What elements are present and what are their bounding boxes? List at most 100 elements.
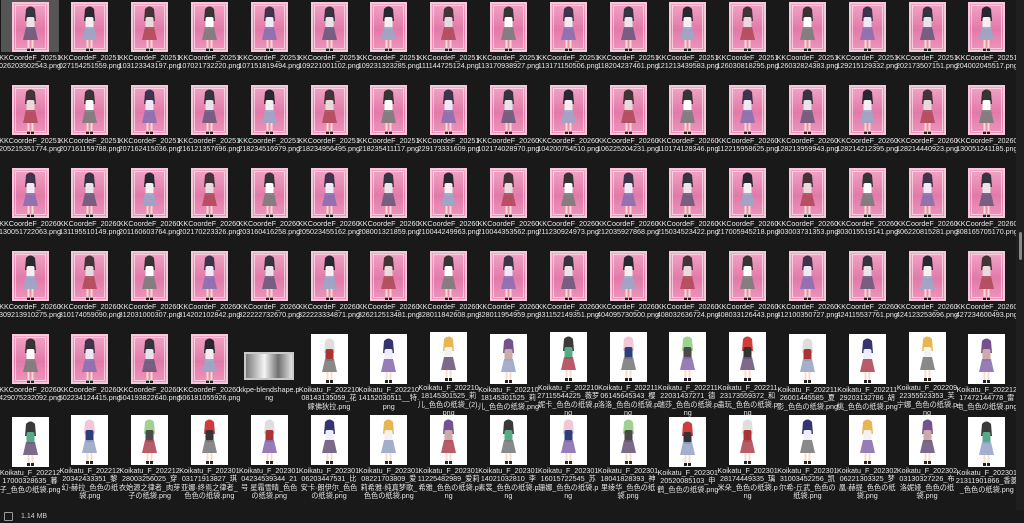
file-item[interactable]: Koikatu_F_20221217000328635_暮子_色色の纸袋.png <box>0 415 61 498</box>
file-item[interactable]: KKCoordeF_20260308165705170.png <box>956 166 1018 249</box>
file-item[interactable]: KKCoordeF_20260306220815281.png <box>896 166 958 249</box>
file-item[interactable]: KKCoordeF_20251218234516979.png <box>238 83 300 166</box>
file-item[interactable]: KKCoordeF_20251109231323285.png <box>358 0 420 83</box>
file-item[interactable]: KKCoordeF_20260208001321859.png <box>358 166 420 249</box>
file-item[interactable]: KKCoordeF_20260424123253696.png <box>896 249 958 332</box>
file-item[interactable]: KKCoordeF_20251113170938927.png <box>478 0 539 83</box>
file-item[interactable]: KKCoordeF_20260205023455162.png <box>298 166 360 249</box>
file-item[interactable]: KKCoordeF_20260322223334871.png <box>298 249 360 332</box>
file-item[interactable]: KKCoordeF_20260310174059090.png <box>59 249 121 332</box>
file-item[interactable]: KKCoordeF_20260201160603764.png <box>119 166 180 249</box>
file-item[interactable]: KKCoordeF_20260328011842608.png <box>418 249 479 332</box>
file-item[interactable]: KKCoordeF_20260427234600493.png <box>956 249 1018 332</box>
file-item[interactable]: KKCoordeF_20260312031000307.png <box>119 249 181 332</box>
file-item[interactable]: KKCoordeF_20251126030818295.png <box>717 0 779 83</box>
file-item[interactable]: KKCoordeF_20251202173507151.png <box>896 0 958 83</box>
file-item[interactable]: Koikatu_F_20221106145645343_樱洛洛_色色の纸袋.pn… <box>598 332 658 417</box>
file-item[interactable]: Koikatu_F_20230121311901866_香菱_色色の纸袋.png <box>956 415 1018 498</box>
file-item[interactable]: kkpe-blendshape.png <box>239 332 300 415</box>
file-item[interactable]: Koikatu_F_20230131003452256_凯尔希-丘武_色色の纸袋… <box>777 415 838 500</box>
file-item[interactable]: KKCoordeF_20251111144725124.png <box>418 0 479 83</box>
file-item[interactable]: KKCoordeF_20260212035927868.png <box>597 166 659 249</box>
file-item[interactable]: Koikatu_F_20221018145301525_莉儿_色色の纸袋_(2)… <box>418 332 480 417</box>
file-item[interactable]: Koikatu_F_20221126001445585_夏影_色色の纸袋.png <box>777 332 838 415</box>
file-item[interactable]: KKCoordeF_20260210044353562.png <box>477 166 539 249</box>
file-item[interactable]: KKCoordeF_20260215034523422.png <box>657 166 719 249</box>
file-item[interactable]: KKCoordeF_20251107151819494.png <box>238 0 300 83</box>
file-item[interactable]: KKCoordeF_20260408032636724.png <box>657 249 719 332</box>
file-item[interactable]: Koikatu_F_20221217472144778_雷电_色色の纸袋.png <box>956 332 1017 415</box>
file-item[interactable]: KKCoordeF_20260217005945218.png <box>717 166 779 249</box>
file-item[interactable]: KKCoordeF_20260429075232092.png <box>0 332 61 415</box>
file-item[interactable]: KKCoordeF_20260210044249963.png <box>418 166 480 249</box>
file-item[interactable]: Koikatu_F_20230116015722545_苏珊娜_色色の纸袋.pn… <box>538 415 598 500</box>
file-item[interactable]: KKCoordeF_20251103123343197.png <box>119 0 181 83</box>
file-item[interactable]: Koikatu_F_20221123173559372_和蛊玩_色色の纸袋.pn… <box>717 332 778 417</box>
file-item[interactable]: KKCoordeF_20260314202102842.png <box>178 249 240 332</box>
file-item[interactable]: KKCoordeF_20260130051722063.png <box>0 166 61 249</box>
file-item[interactable]: Koikatu_F_20230104234539344_21号 星霜雪晴_色色の… <box>239 415 299 500</box>
file-item[interactable]: KKCoordeF_20251107021732220.png <box>178 0 240 83</box>
vertical-scrollbar[interactable] <box>1016 0 1024 510</box>
file-item[interactable]: KKCoordeF_20251216121357696.png <box>178 83 240 166</box>
file-item[interactable]: KKCoordeF_20260128213959943.png <box>776 83 838 166</box>
file-item[interactable]: KKCoordeF_20260128214212395.png <box>836 83 898 166</box>
file-item[interactable]: Koikatu_F_20230118041828393_神里绫华_色色の纸袋.p… <box>598 415 658 500</box>
file-item[interactable]: KKCoordeF_20251205215351774.png <box>0 83 61 166</box>
file-item[interactable]: KKCoordeF_20260404095730500.png <box>597 249 659 332</box>
file-item[interactable]: KKCoordeF_20251204002045517.png <box>956 0 1018 83</box>
file-item[interactable]: Koikatu_F_20220922355523353_芙宁娜_色色の纸袋.pn… <box>897 332 957 417</box>
file-item[interactable]: Koikatu_F_20230106203447531_比安卡·朗伊尔_色色の纸… <box>299 415 359 500</box>
file-item[interactable]: KKCoordeF_20260309213910275.png <box>0 249 61 332</box>
file-item[interactable]: Koikatu_F_20230203130327226_布洛妮娅_色色の纸袋.p… <box>897 415 957 500</box>
file-item[interactable]: KKCoordeF_20260104200754510.png <box>537 83 599 166</box>
file-item[interactable]: KKCoordeF_20251207161159788.png <box>59 83 121 166</box>
file-item[interactable]: KKCoordeF_20251027154251559.png <box>59 0 121 83</box>
file-item[interactable]: KKCoordeF_20260408033126443.png <box>717 249 779 332</box>
file-item[interactable]: Koikatu_F_20221008143135059_花嫁佛狄拉.png <box>299 332 359 415</box>
file-item[interactable]: Koikatu_F_20221014152030511__特.png <box>358 332 419 415</box>
file-item[interactable]: KKCoordeF_20260211230924973.png <box>537 166 599 249</box>
file-item[interactable]: KKCoordeF_20260502234124415.png <box>59 332 121 415</box>
file-item[interactable]: KKCoordeF_20260110174128346.png <box>657 83 719 166</box>
file-item[interactable]: Koikatu_F_20221228003256025_穿衣始源之律者_肉芽子の… <box>119 415 180 500</box>
file-item[interactable]: KKCoordeF_20260203160416258.png <box>238 166 300 249</box>
file-item[interactable]: KKCoordeF_20260112215958625.png <box>717 83 778 166</box>
file-item[interactable]: Koikatu_F_20221027115544225_薇罗妮卡_色色の纸袋.p… <box>537 332 599 417</box>
file-item[interactable]: KKCoordeF_20260412100350727.png <box>776 249 838 332</box>
file-item[interactable]: KKCoordeF_20251129215129332.png <box>836 0 898 83</box>
file-item[interactable]: KKCoordeF_20260322222732670.png <box>238 249 300 332</box>
file-item[interactable]: KKCoordeF_20260128214440923.png <box>896 83 958 166</box>
file-item[interactable]: Koikatu_F_20221122031437271_德瑞莎_色色の纸袋.pn… <box>658 332 718 417</box>
file-item[interactable]: Koikatu_F_20230103171913827_琪亚娜·终焉之律者_色色… <box>179 415 240 500</box>
file-item[interactable]: KKCoordeF_20260303015519141.png <box>836 166 898 249</box>
file-item[interactable]: KKCoordeF_20251218235411117.png <box>358 83 420 166</box>
file-item[interactable]: KKCoordeF_20251118204237461.png <box>597 0 659 83</box>
file-item[interactable]: Koikatu_F_20230120520085103_申鹤_色色の纸袋.png <box>657 415 718 498</box>
file-item[interactable]: Koikatu_F_20230114021032810_李素裳_色色の纸袋.pn… <box>478 415 539 500</box>
file-item[interactable]: KKCoordeF_20260331152149351.png <box>537 249 599 332</box>
file-item[interactable]: KKCoordeF_20260131195510149.png <box>59 166 121 249</box>
file-item[interactable]: KKCoordeF_20251218234956495.png <box>298 83 360 166</box>
file-item[interactable]: KKCoordeF_20251229173331609.png <box>418 83 480 166</box>
file-item[interactable]: KKCoordeF_20260102174028970.png <box>477 83 539 166</box>
file-item[interactable]: KKCoordeF_20251109221001102.png <box>298 0 360 83</box>
file-item[interactable]: KKCoordeF_20260424115537761.png <box>836 249 898 332</box>
file-item[interactable]: Koikatu_F_20230206221303325_梦凰·赫提_色色の纸袋.… <box>837 415 897 500</box>
file-item[interactable]: KKCoordeF_20251121213439583.png <box>657 0 719 83</box>
file-item[interactable]: KKCoordeF_20260202170223326.png <box>178 166 240 249</box>
file-item[interactable]: Koikatu_F_20221129203132786_胡桃_色色の纸袋.png <box>837 332 898 415</box>
file-item[interactable]: Koikatu_F_20230128174449335_璃米朵_色色の纸袋.pn… <box>717 415 778 500</box>
file-item[interactable]: Koikatu_F_20230111225482989_爱莉希雅_色色の纸袋.p… <box>418 415 480 500</box>
file-item[interactable]: KKCoordeF_20260326212513481.png <box>358 249 420 332</box>
file-item[interactable]: KKCoordeF_20260106225204231.png <box>597 83 659 166</box>
file-item[interactable]: Koikatu_F_20230108221703809_爱莉希雅·纯真梦歌_色色… <box>359 415 419 500</box>
file-item[interactable]: KKCoordeF_20260506181055926.png <box>178 332 240 415</box>
file-item[interactable]: KKCoordeF_20251126032824383.png <box>776 0 838 83</box>
file-item[interactable]: Koikatu_F_20221018145301525_莉儿_色色の纸袋.png <box>478 332 539 415</box>
file-item[interactable]: KKCoordeF_20251113171150506.png <box>537 0 599 83</box>
file-item[interactable]: KKCoordeF_20260130051241185.png <box>956 83 1018 166</box>
file-item[interactable]: KKCoordeF_20251026203502543.png <box>0 0 61 83</box>
file-item[interactable]: KKCoordeF_20251207162415036.png <box>119 83 181 166</box>
file-item[interactable]: KKCoordeF_20260328011954959.png <box>478 249 539 332</box>
